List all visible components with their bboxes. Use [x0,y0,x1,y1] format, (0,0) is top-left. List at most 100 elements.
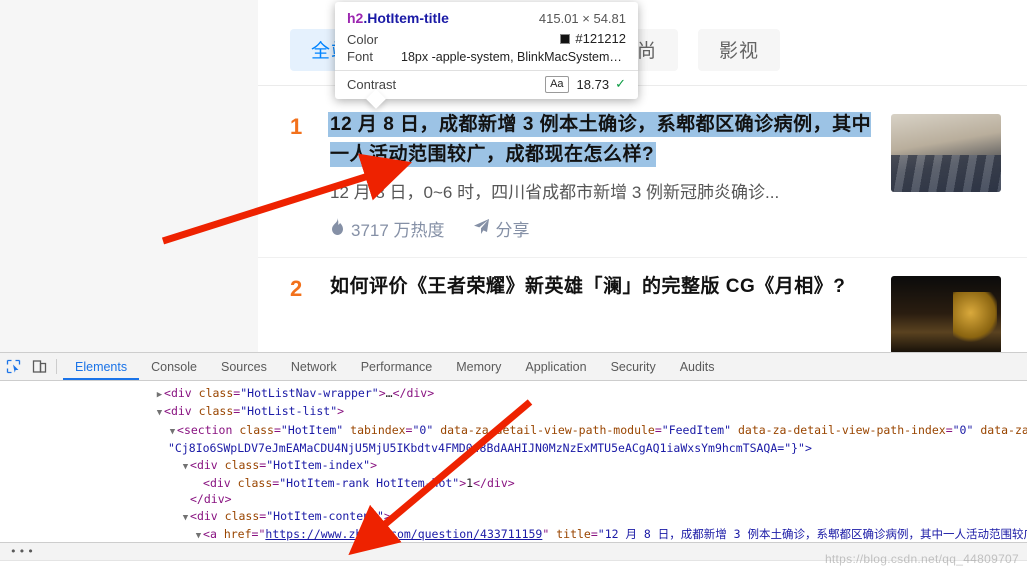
hot-item-2[interactable]: 2 如何评价《王者荣耀》新英雄「澜」的完整版 CG《月相》? [258,258,1027,352]
breadcrumb-label: ••• [10,545,36,558]
contrast-pass-check-icon: ✓ [615,76,626,91]
tooltip-contrast-row: Contrast Aa 18.73 ✓ [347,75,626,93]
dom-line-anchor[interactable]: ▼ <a href="https://www.zhihu.com/question… [0,526,1027,542]
dom-attr: title [556,527,591,542]
contrast-sample-icon: Aa [545,75,569,93]
dom-line-hotlist-list[interactable]: ▼ <div class="HotList-list"> [0,403,1027,421]
tab-network[interactable]: Network [279,353,349,380]
dom-attr-value: "HotListNav-wrapper" [240,386,379,400]
tab-label: Sources [220,359,267,374]
hot-item-1[interactable]: 1 12 月 8 日，成都新增 3 例本土确诊，系郫都区确诊病例，其中一人活动范… [258,96,1027,258]
nav-tab-yingshi[interactable]: 影视 [698,28,780,71]
tab-label: Network [290,359,337,374]
hot-item-content: 12 月 8 日，成都新增 3 例本土确诊，系郫都区确诊病例，其中一人活动范围较… [330,110,891,241]
paper-plane-icon [473,218,490,240]
dom-close-tag: </div> [190,492,232,507]
dom-attr-value: "HotItem-index" [266,457,371,472]
tab-audits[interactable]: Audits [668,353,727,380]
dom-attr: class [198,386,234,400]
tab-label: Security [610,359,656,374]
tab-sources[interactable]: Sources [209,353,279,380]
dom-attr-value: "FeedItem" [661,422,732,437]
collapse-triangle-icon[interactable]: ▼ [181,510,190,526]
dom-attr-value: "HotItem-content" [266,508,384,523]
collapse-triangle-icon[interactable]: ▼ [181,459,190,475]
devtools-toolbar: Elements Console Sources Network Perform… [0,353,1027,381]
dom-close-tag: div [486,476,508,491]
dom-tag: div [170,404,192,419]
dom-attr: href [223,527,252,542]
dom-line-section-hotitem[interactable]: ▼ <section class="HotItem" tabindex="0" d… [0,422,1027,440]
hot-item-share-label: 分享 [495,221,530,240]
tooltip-color-label: Color [347,31,379,47]
device-toolbar-icon[interactable] [26,353,52,380]
devtools-panel: Elements Console Sources Network Perform… [0,352,1027,582]
tooltip-color-row: Color #121212 [347,31,626,47]
dom-tag: div [209,476,231,491]
dom-attr-value-wrapped: "Cj8Io6SWpLDV7eJmEAMaCDU4NjU5MjU5IKbdtv4… [168,441,812,456]
dom-line-hotitem-rank[interactable]: <div class="HotItem-rank HotItem-hot">1<… [0,475,1027,491]
dom-attr: data-za-detail-view-path-module [440,422,655,437]
tooltip-selector-element: h2 [347,10,364,26]
dom-attr-value: "12 月 8 日，成都新增 3 例本土确诊，系郫都区确诊病例，其中一人活动范围… [597,527,1027,542]
inspect-element-icon[interactable] [0,353,26,380]
collapse-triangle-icon[interactable]: ▼ [168,424,177,440]
dom-line-hotlistnav[interactable]: ▶ <div class="HotListNav-wrapper">…</div> [0,385,1027,403]
tab-memory[interactable]: Memory [444,353,513,380]
dom-attr: data-za-detail-view-path-index [737,422,946,437]
dom-tag: a [209,527,217,542]
tab-elements[interactable]: Elements [63,353,139,380]
collapse-triangle-icon[interactable]: ▼ [155,405,164,421]
hot-item-share[interactable]: 分享 [473,216,530,241]
dom-attr-value: "0" [952,422,974,437]
dom-line-section-attr-wrap[interactable]: "Cj8Io6SWpLDV7eJmEAMaCDU4NjU5MjU5IKbdtv4… [0,440,1027,456]
tab-performance[interactable]: Performance [349,353,445,380]
tooltip-selector-class: .HotItem-title [363,10,449,26]
dom-line-hotitem-index[interactable]: ▼ <div class="HotItem-index"> [0,457,1027,475]
hotlist-list: 1 12 月 8 日，成都新增 3 例本土确诊，系郫都区确诊病例，其中一人活动范… [258,96,1027,352]
dom-attr: class [224,457,260,472]
dom-attr: class [224,508,260,523]
flame-icon [330,217,345,240]
dom-tag: div [170,386,192,400]
hot-item-content: 如何评价《王者荣耀》新英雄「澜」的完整版 CG《月相》? [330,272,891,352]
dom-href-link[interactable]: https://www.zhihu.com/question/433711159 [265,527,542,541]
hot-item-title[interactable]: 如何评价《王者荣耀》新英雄「澜」的完整版 CG《月相》? [330,276,845,297]
toolbar-divider [56,359,57,374]
dom-line-hotitem-content[interactable]: ▼ <div class="HotItem-content"> [0,508,1027,526]
hot-item-rank: 1 [290,114,303,139]
tooltip-header: h2.HotItem-title 415.01 × 54.81 [347,10,626,26]
hot-item-excerpt: 12 月 8 日，0~6 时，四川省成都市新增 3 例新冠肺炎确诊... [330,183,780,202]
color-swatch-icon [560,33,571,44]
hot-item-title[interactable]: 12 月 8 日，成都新增 3 例本土确诊，系郫都区确诊病例，其中一人活动范围较… [330,114,872,165]
dom-close-tag: div [406,386,428,400]
dom-attr-value: "HotItem" [280,422,344,437]
tooltip-font-value: 18px -apple-system, BlinkMacSystemFont..… [401,49,626,64]
hot-item-thumbnail[interactable] [891,276,1001,352]
tab-label: Application [525,359,587,374]
dom-attr: data-za-extra [980,422,1027,437]
tooltip-color-value-group: #121212 [560,31,626,46]
tooltip-font-label: Font [347,48,374,64]
collapse-triangle-icon[interactable]: ▼ [194,528,203,542]
hot-item-heat-label: 3717 万热度 [351,221,445,240]
tooltip-font-row: Font 18px -apple-system, BlinkMacSystemF… [347,49,626,64]
hot-item-rank: 2 [290,276,303,301]
expand-triangle-icon[interactable]: ▶ [155,387,164,403]
tab-application[interactable]: Application [513,353,598,380]
dom-tree[interactable]: ▶ <div class="HotListNav-wrapper">…</div>… [0,381,1027,542]
dom-tag: div [196,508,218,523]
tooltip-contrast-value: 18.73 [576,76,610,92]
dom-attr: class [198,404,234,419]
tab-label: Audits [679,359,715,374]
tab-console[interactable]: Console [139,353,209,380]
tooltip-selector: h2.HotItem-title [347,10,449,26]
tab-label: Console [151,359,197,374]
tooltip-color-value: #121212 [575,31,626,46]
dom-attr-value: "HotItem-rank HotItem-hot" [279,476,460,491]
tab-label: Performance [360,359,433,374]
dom-line-close-index[interactable]: </div> [0,491,1027,507]
hot-item-meta: 3717 万热度 分享 [330,216,875,241]
tab-security[interactable]: Security [599,353,668,380]
hot-item-thumbnail[interactable] [891,114,1001,192]
